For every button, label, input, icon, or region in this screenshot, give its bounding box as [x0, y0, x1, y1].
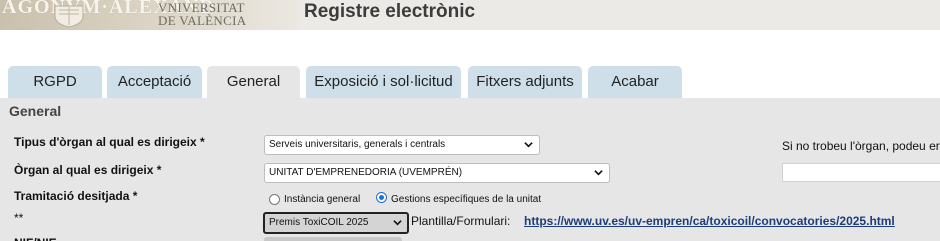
university-name: VNIVERSITAT DE VALÈNCIA [158, 1, 246, 27]
procedure-select[interactable]: Premis ToxiCOIL 2025 [263, 212, 409, 234]
organ-select[interactable]: UNITAT D'EMPRENEDORIA (UVEMPRÉN) [264, 163, 610, 183]
radio-button-selected[interactable] [376, 192, 387, 203]
template-link[interactable]: https://www.uv.es/uv-empren/ca/toxicoil/… [524, 214, 895, 228]
organ-type-label: Tipus d'òrgan al qual es dirigeix * [14, 135, 205, 149]
next-field-input[interactable] [264, 237, 402, 241]
chevron-down-icon [524, 142, 533, 148]
organ-search-input[interactable] [782, 163, 940, 182]
chevron-down-icon [594, 170, 603, 176]
tab-fitxers-adjunts[interactable]: Fitxers adjunts [468, 66, 582, 98]
organ-not-found-text: Si no trobeu l'òrgan, podeu er [782, 139, 940, 153]
university-name-line2: DE VALÈNCIA [158, 13, 247, 28]
organ-label: Òrgan al qual es dirigeix * [14, 163, 162, 177]
next-field-label: NIF/NIE [14, 236, 57, 241]
required-marker: ** [14, 211, 24, 225]
tab-acabar[interactable]: Acabar [588, 66, 682, 98]
app-header: AGONVM·ALEXAND VNIVERSITAT DE VALÈNCIA R… [0, 0, 940, 30]
radio-label: Gestions específiques de la unitat [391, 194, 542, 205]
organ-value: UNITAT D'EMPRENEDORIA (UVEMPRÉN) [269, 167, 463, 178]
general-panel: General Tipus d'òrgan al qual es dirigei… [0, 98, 940, 241]
tab-exposicio-sollicitud[interactable]: Exposició i sol·licitud [306, 66, 461, 98]
section-title: General [9, 103, 62, 119]
organ-type-select[interactable]: Serveis universitaris, generals i centra… [264, 135, 540, 155]
radio-label: Instància general [284, 194, 361, 205]
processing-label: Tramitació desitjada * [14, 189, 138, 203]
organ-type-value: Serveis universitaris, generals i centra… [269, 139, 446, 150]
template-label: Plantilla/Formulari: [411, 214, 511, 228]
university-logo[interactable]: AGONVM·ALEXAND VNIVERSITAT DE VALÈNCIA [0, 0, 300, 30]
chevron-down-icon [393, 220, 402, 226]
tab-rgpd[interactable]: RGPD [8, 66, 102, 98]
tab-general[interactable]: General [207, 66, 300, 98]
crest-icon [54, 5, 84, 28]
radio-button[interactable] [269, 194, 280, 205]
tab-acceptacio[interactable]: Acceptació [107, 66, 202, 98]
page-title: Registre electrònic [304, 1, 476, 22]
procedure-value: Premis ToxiCOIL 2025 [269, 217, 369, 228]
